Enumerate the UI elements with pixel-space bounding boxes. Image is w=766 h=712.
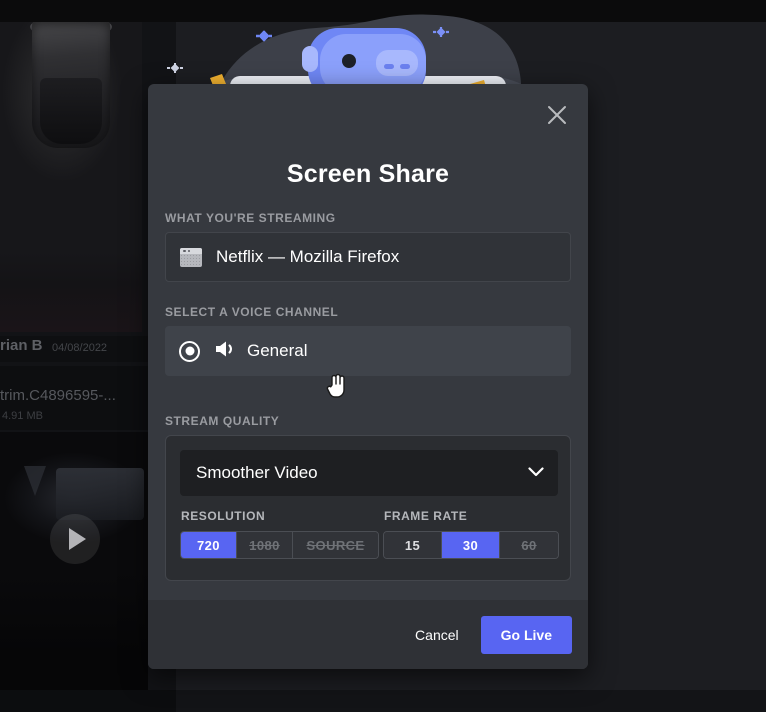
video-scene-shape-1 xyxy=(24,466,46,496)
screen-root: rian B 04/08/2022 trim.C4896595-... 4.91… xyxy=(0,0,766,712)
video-scene-shape-2 xyxy=(56,468,144,520)
quality-preset-dropdown[interactable]: Smoother Video xyxy=(180,450,558,496)
close-icon[interactable] xyxy=(544,102,570,128)
streaming-section-label: WHAT YOU'RE STREAMING xyxy=(165,211,336,225)
attachment-filesize: 4.91 MB xyxy=(2,410,43,422)
message-timestamp: 04/08/2022 xyxy=(52,342,108,354)
background-bottom-bar xyxy=(0,690,176,712)
window-icon xyxy=(180,247,202,267)
resolution-label: RESOLUTION xyxy=(181,509,266,523)
stream-quality-card: Smoother Video RESOLUTION 720 1080 SOURC… xyxy=(165,435,571,581)
background-bottom-bar-right xyxy=(176,690,766,712)
screen-share-modal: Screen Share WHAT YOU'RE STREAMING Netfl… xyxy=(148,84,588,669)
streaming-source-field[interactable]: Netflix — Mozilla Firefox xyxy=(165,232,571,282)
streaming-source-value: Netflix — Mozilla Firefox xyxy=(216,247,400,266)
cup-liquid-shape xyxy=(40,78,102,144)
voice-channel-option-general[interactable]: General xyxy=(165,326,571,376)
frame-rate-option-15[interactable]: 15 xyxy=(384,532,442,558)
modal-title: Screen Share xyxy=(286,160,450,188)
voice-channel-name: General xyxy=(247,341,308,360)
video-vignette xyxy=(0,570,148,690)
message-author: rian B xyxy=(0,337,43,354)
chevron-down-icon xyxy=(528,464,544,482)
resolution-option-1080[interactable]: 1080 xyxy=(237,532,293,558)
radio-selected-icon[interactable] xyxy=(179,340,200,362)
resolution-option-source[interactable]: SOURCE xyxy=(293,532,378,558)
quality-preset-value: Smoother Video xyxy=(196,463,318,482)
attachment-filename[interactable]: trim.C4896595-... xyxy=(0,387,116,404)
background-photo-attachment[interactable] xyxy=(0,16,142,332)
frame-rate-label: FRAME RATE xyxy=(384,509,468,523)
frame-rate-segmented-control: 15 30 60 xyxy=(383,531,559,559)
frame-rate-option-60[interactable]: 60 xyxy=(500,532,558,558)
frame-rate-option-30[interactable]: 30 xyxy=(442,532,500,558)
speaker-icon xyxy=(214,340,236,363)
photo-fade-overlay xyxy=(0,252,142,332)
cancel-button[interactable]: Cancel xyxy=(401,617,473,653)
play-icon[interactable] xyxy=(50,514,100,564)
modal-footer: Cancel Go Live xyxy=(148,600,588,669)
resolution-option-720[interactable]: 720 xyxy=(181,532,237,558)
go-live-button[interactable]: Go Live xyxy=(480,615,572,654)
resolution-segmented-control: 720 1080 SOURCE xyxy=(180,531,379,559)
stream-quality-section-label: STREAM QUALITY xyxy=(165,414,280,428)
background-video-attachment[interactable] xyxy=(0,432,148,690)
voice-channel-section-label: SELECT A VOICE CHANNEL xyxy=(165,305,339,319)
